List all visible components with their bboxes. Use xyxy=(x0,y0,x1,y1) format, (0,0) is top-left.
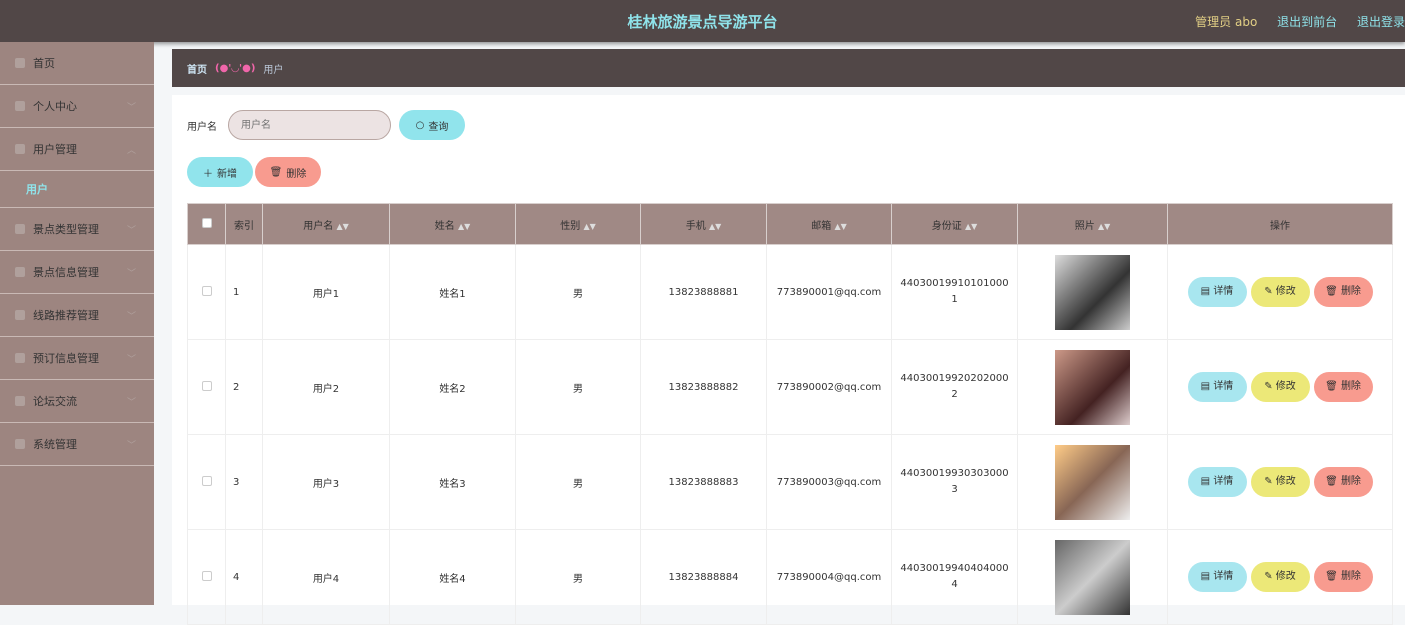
edit-button[interactable]: ✎ 修改 xyxy=(1250,372,1310,402)
detail-button[interactable]: ▤ 详情 xyxy=(1187,562,1247,592)
admin-label: 管理员 abo xyxy=(1195,15,1258,29)
sidebar-subitem[interactable]: 用户 xyxy=(0,171,154,208)
home-icon xyxy=(15,58,25,68)
column-header: 操作 xyxy=(1167,203,1393,245)
breadcrumb-current: 用户 xyxy=(263,64,284,76)
exit-to-front-link[interactable]: 退出到前台 xyxy=(1277,15,1337,29)
chevron-icon: ﹀ xyxy=(126,311,136,322)
column-header[interactable]: 用户名 ▲▼ xyxy=(262,203,390,245)
chevron-icon: ﹀ xyxy=(126,397,136,408)
route-icon xyxy=(15,310,25,320)
breadcrumb-home[interactable]: 首页 xyxy=(187,61,207,76)
sidebar-item[interactable]: 个人中心 ﹀ xyxy=(0,85,154,128)
sidebar-item[interactable]: 预订信息管理 ﹀ xyxy=(0,337,154,380)
table-row: 3 用户3 姓名3 男 13823888883 773890003@qq.com… xyxy=(187,434,1393,530)
username-search-input[interactable] xyxy=(228,110,391,140)
search-icon: ○ xyxy=(415,119,425,131)
breadcrumb-separator: (●'◡'●) xyxy=(215,62,256,74)
delete-button[interactable]: 🗑 删除 xyxy=(1313,277,1373,307)
chevron-icon: ﹀ xyxy=(126,268,136,279)
select-all-header[interactable] xyxy=(187,203,226,245)
row-checkbox[interactable] xyxy=(201,285,212,296)
sidebar-item[interactable]: 景点类型管理 ﹀ xyxy=(0,208,154,251)
detail-button[interactable]: ▤ 详情 xyxy=(1187,372,1247,402)
table-row: 1 用户1 姓名1 男 13823888881 773890001@qq.com… xyxy=(187,244,1393,340)
chevron-icon: ︿ xyxy=(126,145,136,156)
chevron-icon: ﹀ xyxy=(126,440,136,451)
row-checkbox[interactable] xyxy=(201,570,212,581)
batch-delete-button[interactable]: 🗑 删除 xyxy=(255,157,321,187)
list-icon xyxy=(15,224,25,234)
column-header[interactable]: 身份证 ▲▼ xyxy=(891,203,1018,245)
sidebar-item[interactable]: 首页 xyxy=(0,42,154,85)
users-table: 索引 用户名 ▲▼ 姓名 ▲▼ 性别 ▲▼ 手机 ▲▼ 邮箱 ▲▼ 身份证 ▲▼ 照片 ▲▼ 操… xyxy=(187,203,1393,625)
plus-icon: ＋ xyxy=(203,168,213,180)
row-checkbox[interactable] xyxy=(201,475,212,486)
breadcrumb: 首页 (●'◡'●) 用户 xyxy=(172,49,1405,87)
list-icon xyxy=(15,267,25,277)
trash-icon: 🗑 xyxy=(269,166,283,178)
sort-icon[interactable]: ▲▼ xyxy=(709,222,721,231)
sidebar-item[interactable]: 线路推荐管理 ﹀ xyxy=(0,294,154,337)
column-header[interactable]: 照片 ▲▼ xyxy=(1017,203,1168,245)
user-photo xyxy=(1055,349,1130,425)
sidebar-item[interactable]: 景点信息管理 ﹀ xyxy=(0,251,154,294)
sort-icon[interactable]: ▲▼ xyxy=(458,222,470,231)
chevron-icon: ﹀ xyxy=(126,354,136,365)
user-icon xyxy=(15,101,25,111)
sort-icon[interactable]: ▲▼ xyxy=(1098,222,1110,231)
order-icon xyxy=(15,353,25,363)
search-button[interactable]: ○ 查询 xyxy=(399,110,465,140)
sort-icon[interactable]: ▲▼ xyxy=(965,222,977,231)
sidebar-item[interactable]: 论坛交流 ﹀ xyxy=(0,380,154,423)
chevron-icon: ﹀ xyxy=(126,225,136,236)
add-button[interactable]: ＋新增 xyxy=(187,157,253,187)
user-photo xyxy=(1055,539,1130,615)
logout-link[interactable]: 退出登录 xyxy=(1357,15,1405,29)
detail-button[interactable]: ▤ 详情 xyxy=(1187,467,1247,497)
edit-button[interactable]: ✎ 修改 xyxy=(1250,562,1310,592)
sidebar: 首页 个人中心 ﹀ 用户管理 ︿ 用户 景点类型管理 ﹀ 景点信息管理 ﹀ 线路推荐管理 ﹀ 预订信息管… xyxy=(0,42,154,605)
sort-icon[interactable]: ▲▼ xyxy=(583,222,595,231)
edit-button[interactable]: ✎ 修改 xyxy=(1250,277,1310,307)
delete-button[interactable]: 🗑 删除 xyxy=(1313,467,1373,497)
column-header: 索引 xyxy=(225,203,263,245)
sort-icon[interactable]: ▲▼ xyxy=(834,222,846,231)
settings-icon xyxy=(15,439,25,449)
delete-button[interactable]: 🗑 删除 xyxy=(1313,372,1373,402)
search-label: 用户名 xyxy=(187,122,217,133)
forum-icon xyxy=(15,396,25,406)
sort-icon[interactable]: ▲▼ xyxy=(336,222,348,231)
table-row: 4 用户4 姓名4 男 13823888884 773890004@qq.com… xyxy=(187,529,1393,625)
chevron-icon: ﹀ xyxy=(126,102,136,113)
user-photo xyxy=(1055,254,1130,330)
column-header[interactable]: 性别 ▲▼ xyxy=(515,203,641,245)
edit-button[interactable]: ✎ 修改 xyxy=(1250,467,1310,497)
column-header[interactable]: 邮箱 ▲▼ xyxy=(766,203,892,245)
sidebar-item[interactable]: 用户管理 ︿ xyxy=(0,128,154,171)
delete-button[interactable]: 🗑 删除 xyxy=(1313,562,1373,592)
main-content: 用户名 ○查询 ＋新增 🗑删除 索引用户名 ▲▼姓名 ▲▼性别 ▲▼手机 ▲▼邮… xyxy=(172,95,1405,625)
detail-button[interactable]: ▤ 详情 xyxy=(1187,277,1247,307)
row-checkbox[interactable] xyxy=(201,380,212,391)
column-header[interactable]: 手机 ▲▼ xyxy=(640,203,767,245)
users-icon xyxy=(15,144,25,154)
select-all-checkbox[interactable] xyxy=(201,217,212,228)
table-row: 2 用户2 姓名2 男 13823888882 773890002@qq.com… xyxy=(187,339,1393,435)
top-header: 桂林旅游景点导游平台 管理员 abo 退出到前台 退出登录 xyxy=(0,0,1405,42)
sidebar-item[interactable]: 系统管理 ﹀ xyxy=(0,423,154,466)
user-photo xyxy=(1055,444,1130,520)
column-header[interactable]: 姓名 ▲▼ xyxy=(389,203,516,245)
